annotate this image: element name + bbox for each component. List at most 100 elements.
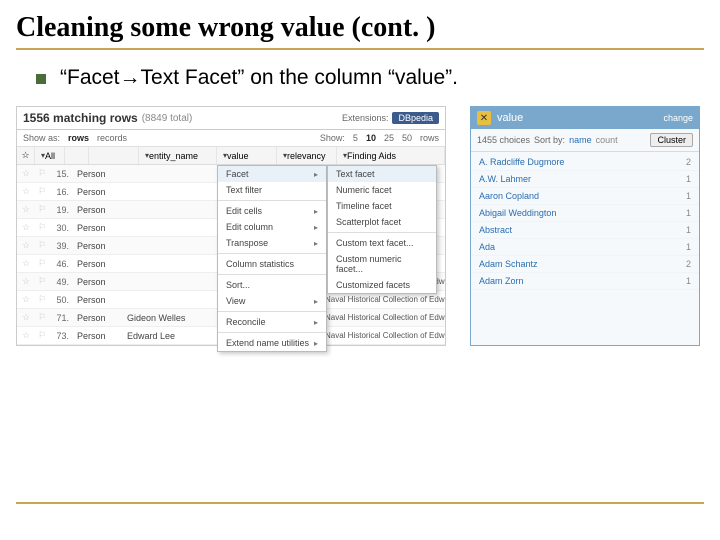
row-type: Person (73, 205, 123, 215)
star-icon[interactable]: ☆ (17, 330, 35, 341)
extension-dbpedia[interactable]: DBpedia (392, 112, 439, 124)
menu-column-statistics[interactable]: Column statistics (218, 256, 326, 272)
col-finding-aids[interactable]: ▾Finding Aids (337, 147, 445, 164)
flag-icon[interactable]: ⚐ (35, 240, 49, 251)
submenu-text-facet[interactable]: Text facet (328, 166, 436, 182)
row-number: 71. (49, 313, 73, 323)
menu-edit-column[interactable]: Edit column▸ (218, 219, 326, 235)
star-icon[interactable]: ☆ (17, 168, 35, 179)
show-10[interactable]: 10 (366, 133, 376, 143)
star-icon[interactable]: ☆ (17, 312, 35, 323)
chevron-right-icon: ▸ (314, 239, 318, 248)
show-25[interactable]: 25 (384, 133, 394, 143)
submenu-numeric-facet[interactable]: Numeric facet (328, 182, 436, 198)
facet-item-count: 1 (686, 191, 691, 201)
cluster-button[interactable]: Cluster (650, 133, 693, 147)
show-50[interactable]: 50 (402, 133, 412, 143)
facet-item-name: A.W. Lahmer (479, 174, 531, 184)
facet-item-name: Abigail Weddington (479, 208, 556, 218)
flag-icon[interactable]: ⚐ (35, 168, 49, 179)
flag-icon[interactable]: ⚐ (35, 222, 49, 233)
bullet-icon (36, 74, 46, 84)
star-icon[interactable]: ☆ (17, 276, 35, 287)
star-icon[interactable]: ☆ (17, 222, 35, 233)
flag-icon[interactable]: ⚐ (35, 204, 49, 215)
submenu-customized-facets[interactable]: Customized facets (328, 277, 436, 293)
col-star: ☆ (17, 147, 35, 164)
facet-item-count: 2 (686, 157, 691, 167)
facet-item[interactable]: Ada1 (471, 239, 699, 256)
submenu-custom-numeric-facet[interactable]: Custom numeric facet... (328, 251, 436, 277)
row-type: Person (73, 187, 123, 197)
total-rows: (8849 total) (142, 113, 193, 124)
facet-choices-count: 1455 choices (477, 135, 530, 145)
facet-item[interactable]: Adam Schantz2 (471, 256, 699, 273)
col-relevancy[interactable]: ▾relevancy (277, 147, 337, 164)
row-number: 15. (49, 169, 73, 179)
sort-by-name[interactable]: name (569, 135, 592, 145)
show-5[interactable]: 5 (353, 133, 358, 143)
star-icon[interactable]: ☆ (17, 258, 35, 269)
close-icon[interactable]: ✕ (477, 111, 491, 125)
chevron-right-icon: ▸ (314, 223, 318, 232)
sort-by-label: Sort by: (534, 135, 565, 145)
menu-extend-name-utilities[interactable]: Extend name utilities▸ (218, 335, 326, 351)
slide-title: Cleaning some wrong value (cont. ) (16, 12, 704, 50)
row-type: Person (73, 277, 123, 287)
bullet-text: “Facet→Text Facet” on the column “value”… (60, 66, 458, 90)
menu-facet[interactable]: Facet▸ (218, 166, 326, 182)
chevron-right-icon: ▸ (314, 339, 318, 348)
facet-item[interactable]: Abstract1 (471, 222, 699, 239)
submenu-custom-text-facet[interactable]: Custom text facet... (328, 235, 436, 251)
flag-icon[interactable]: ⚐ (35, 312, 49, 323)
flag-icon[interactable]: ⚐ (35, 258, 49, 269)
row-type: Person (73, 295, 123, 305)
submenu-timeline-facet[interactable]: Timeline facet (328, 198, 436, 214)
col-entity-name[interactable]: ▾entity_name (139, 147, 217, 164)
column-context-menu[interactable]: Facet▸ Text filter Edit cells▸ Edit colu… (217, 165, 327, 352)
facet-submenu[interactable]: Text facet Numeric facet Timeline facet … (327, 165, 437, 294)
show-label: Show: (320, 133, 345, 143)
facet-item[interactable]: A.W. Lahmer 1 (471, 171, 699, 188)
col-rownum (65, 147, 89, 164)
facet-item[interactable]: Adam Zorn1 (471, 273, 699, 290)
flag-icon[interactable]: ⚐ (35, 276, 49, 287)
show-as-rows[interactable]: rows (68, 133, 89, 143)
menu-edit-cells[interactable]: Edit cells▸ (218, 203, 326, 219)
row-type: Person (73, 169, 123, 179)
col-all[interactable]: ▾All (35, 147, 65, 164)
facet-panel: ✕ value change 1455 choices Sort by: nam… (470, 106, 700, 346)
facet-item-name: Ada (479, 242, 495, 252)
menu-sort[interactable]: Sort... (218, 277, 326, 293)
col-value[interactable]: ▾value (217, 147, 277, 164)
facet-item[interactable]: Aaron Copland1 (471, 188, 699, 205)
col-type (89, 147, 139, 164)
star-icon[interactable]: ☆ (17, 204, 35, 215)
chevron-right-icon: ▸ (314, 170, 318, 179)
menu-reconcile[interactable]: Reconcile▸ (218, 314, 326, 330)
facet-item-count: 1 (686, 276, 691, 286)
flag-icon[interactable]: ⚐ (35, 294, 49, 305)
flag-icon[interactable]: ⚐ (35, 186, 49, 197)
show-as-records[interactable]: records (97, 133, 127, 143)
menu-text-filter[interactable]: Text filter (218, 182, 326, 198)
facet-item-name: Abstract (479, 225, 512, 235)
submenu-scatterplot-facet[interactable]: Scatterplot facet (328, 214, 436, 230)
row-number: 49. (49, 277, 73, 287)
row-entity: Edward Lee (123, 331, 201, 341)
menu-transpose[interactable]: Transpose▸ (218, 235, 326, 251)
sort-by-count[interactable]: count (596, 135, 618, 145)
flag-icon[interactable]: ⚐ (35, 330, 49, 341)
chevron-right-icon: ▸ (314, 297, 318, 306)
star-icon[interactable]: ☆ (17, 240, 35, 251)
facet-item-count: 1 (686, 174, 691, 184)
facet-item[interactable]: Abigail Weddington1 (471, 205, 699, 222)
star-icon[interactable]: ☆ (17, 186, 35, 197)
star-icon[interactable]: ☆ (17, 294, 35, 305)
row-number: 19. (49, 205, 73, 215)
chevron-right-icon: ▸ (314, 207, 318, 216)
facet-change-link[interactable]: change (663, 113, 693, 123)
row-finding: Naval Historical Collection of Edward Li… (321, 331, 445, 340)
facet-item[interactable]: A. Radcliffe Dugmore2 (471, 154, 699, 171)
menu-view[interactable]: View▸ (218, 293, 326, 309)
